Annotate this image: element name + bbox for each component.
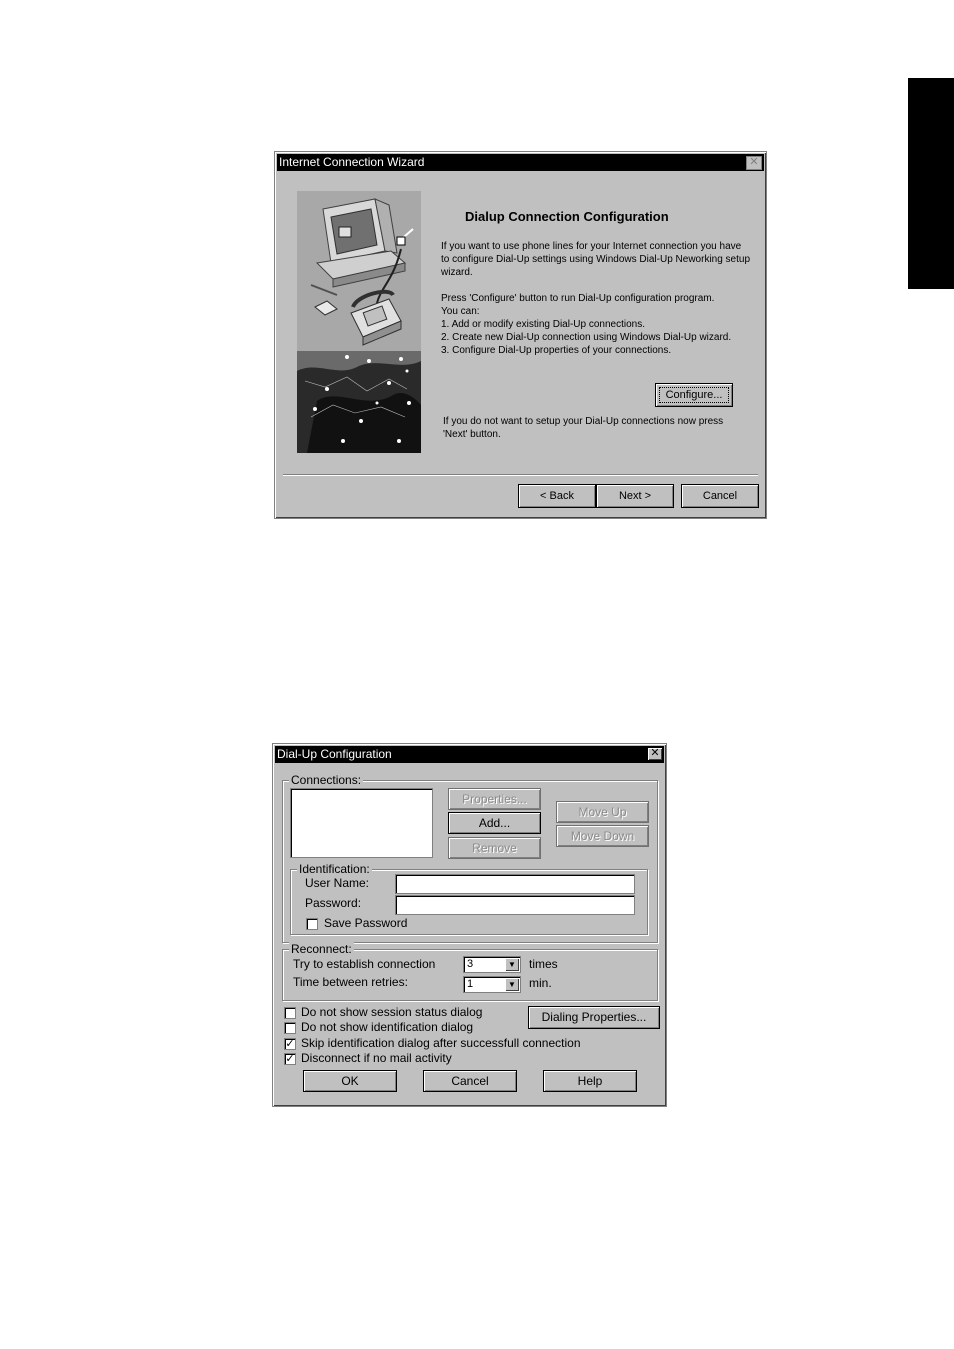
user-name-field[interactable]: [395, 874, 635, 894]
identification-label: Identification:: [297, 862, 372, 876]
retry-label: Time between retries:: [293, 975, 408, 989]
password-label: Password:: [305, 896, 362, 910]
wizard-line-4: 2. Create new Dial-Up connection using W…: [441, 332, 732, 343]
properties-button[interactable]: Properties...: [448, 788, 541, 810]
chevron-down-icon[interactable]: ▼: [505, 958, 519, 971]
wizard-titlebar: Internet Connection Wizard ✕: [277, 154, 764, 171]
wizard-illustration: [297, 191, 421, 453]
wizard-line-3: 1. Add or modify existing Dial-Up connec…: [441, 319, 645, 330]
ok-button[interactable]: OK: [303, 1070, 397, 1092]
add-button[interactable]: Add...: [448, 812, 541, 834]
option-checkbox-2[interactable]: ✓: [284, 1038, 296, 1050]
retry-value: 1: [467, 978, 474, 990]
page-edge-tab: [908, 78, 954, 289]
configure-button[interactable]: Configure...: [655, 383, 733, 407]
connections-list[interactable]: [290, 788, 433, 858]
wizard-skip-text: If you do not want to setup your Dial-Up…: [443, 415, 743, 441]
try-value: 3: [467, 958, 474, 970]
option-label-1[interactable]: Do not show identification dialog: [301, 1020, 473, 1035]
wizard-line-1: Press 'Configure' button to run Dial-Up …: [441, 293, 715, 304]
wizard-cancel-button[interactable]: Cancel: [681, 484, 759, 508]
option-label-3[interactable]: Disconnect if no mail activity: [301, 1051, 452, 1066]
option-label-2[interactable]: Skip identification dialog after success…: [301, 1036, 581, 1051]
try-label: Try to establish connection: [293, 957, 436, 971]
chevron-down-icon[interactable]: ▼: [505, 978, 519, 991]
save-password-label[interactable]: Save Password: [324, 916, 407, 931]
dialup-cancel-button[interactable]: Cancel: [423, 1070, 517, 1092]
next-button[interactable]: Next >: [596, 484, 674, 508]
wizard-title: Internet Connection Wizard: [279, 155, 425, 169]
save-password-checkbox[interactable]: [306, 918, 318, 930]
reconnect-label: Reconnect:: [289, 942, 354, 956]
wizard-intro-text: If you want to use phone lines for your …: [441, 240, 751, 279]
option-checkbox-3[interactable]: ✓: [284, 1053, 296, 1065]
try-combo[interactable]: 3 ▼: [463, 956, 521, 973]
wizard-line-2: You can:: [441, 306, 480, 317]
move-down-button[interactable]: Move Down: [556, 825, 649, 847]
option-checkbox-1[interactable]: [284, 1022, 296, 1034]
connections-label: Connections:: [289, 773, 364, 787]
wizard-para-3: If you do not want to setup your Dial-Up…: [443, 416, 724, 440]
close-icon[interactable]: ✕: [648, 748, 662, 760]
wizard-window: Internet Connection Wizard ✕ Dialup Conn…: [274, 151, 767, 519]
wizard-heading: Dialup Connection Configuration: [465, 209, 669, 224]
wizard-para-1: If you want to use phone lines for your …: [441, 241, 751, 278]
wizard-instructions: Press 'Configure' button to run Dial-Up …: [441, 292, 751, 357]
user-name-label: User Name:: [305, 876, 370, 890]
help-button[interactable]: Help: [543, 1070, 637, 1092]
back-button[interactable]: < Back: [518, 484, 596, 508]
password-field[interactable]: [395, 895, 635, 915]
times-label: times: [529, 957, 558, 971]
option-label-0[interactable]: Do not show session status dialog: [301, 1005, 482, 1020]
min-label: min.: [529, 976, 552, 990]
dialup-titlebar: Dial-Up Configuration ✕: [275, 746, 664, 763]
close-icon[interactable]: ✕: [746, 156, 762, 170]
dialup-window: Dial-Up Configuration ✕ Connections: Pro…: [272, 743, 667, 1107]
move-up-button[interactable]: Move Up: [556, 801, 649, 823]
dialup-title: Dial-Up Configuration: [277, 747, 392, 761]
retry-combo[interactable]: 1 ▼: [463, 976, 521, 993]
wizard-line-5: 3. Configure Dial-Up properties of your …: [441, 345, 672, 356]
dialing-properties-button[interactable]: Dialing Properties...: [528, 1006, 660, 1029]
option-checkbox-0[interactable]: [284, 1007, 296, 1019]
wizard-separator: [283, 474, 758, 476]
remove-button[interactable]: Remove: [448, 837, 541, 859]
